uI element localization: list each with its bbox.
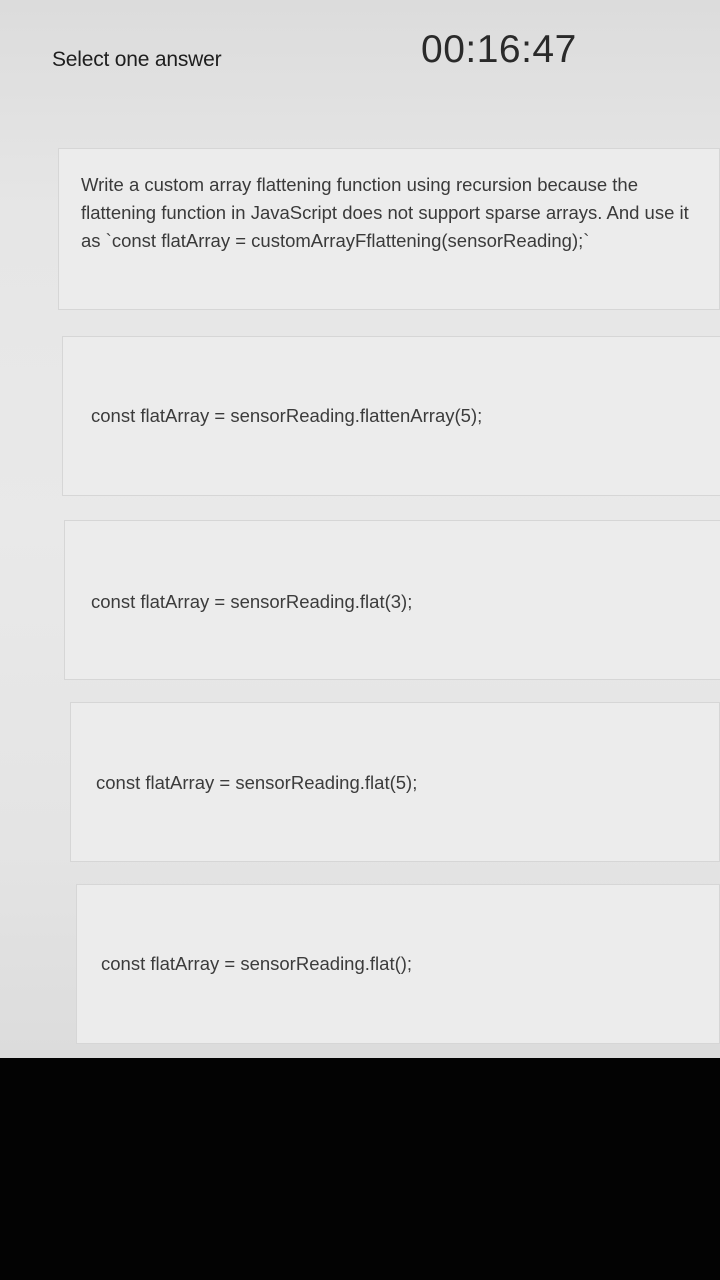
answer-option-label: const flatArray = sensorReading.flat(5); bbox=[96, 772, 418, 793]
quiz-header: Select one answer 00:16:47 bbox=[0, 0, 720, 110]
question-text: Write a custom array flattening function… bbox=[81, 174, 689, 251]
answer-option-1[interactable]: const flatArray = sensorReading.flattenA… bbox=[62, 336, 720, 496]
quiz-screen: Select one answer 00:16:47 Write a custo… bbox=[0, 0, 720, 1058]
answer-option-3[interactable]: const flatArray = sensorReading.flat(5); bbox=[70, 702, 720, 862]
instruction-label: Select one answer bbox=[52, 48, 222, 71]
question-card: Write a custom array flattening function… bbox=[58, 148, 720, 310]
answer-option-4[interactable]: const flatArray = sensorReading.flat(); bbox=[76, 884, 720, 1044]
countdown-timer: 00:16:47 bbox=[421, 28, 577, 71]
answer-option-label: const flatArray = sensorReading.flattenA… bbox=[91, 405, 483, 426]
answer-option-label: const flatArray = sensorReading.flat(3); bbox=[91, 591, 413, 612]
screen-bezel bbox=[0, 1058, 720, 1280]
answer-option-label: const flatArray = sensorReading.flat(); bbox=[101, 953, 413, 974]
answer-option-2[interactable]: const flatArray = sensorReading.flat(3); bbox=[64, 520, 720, 680]
